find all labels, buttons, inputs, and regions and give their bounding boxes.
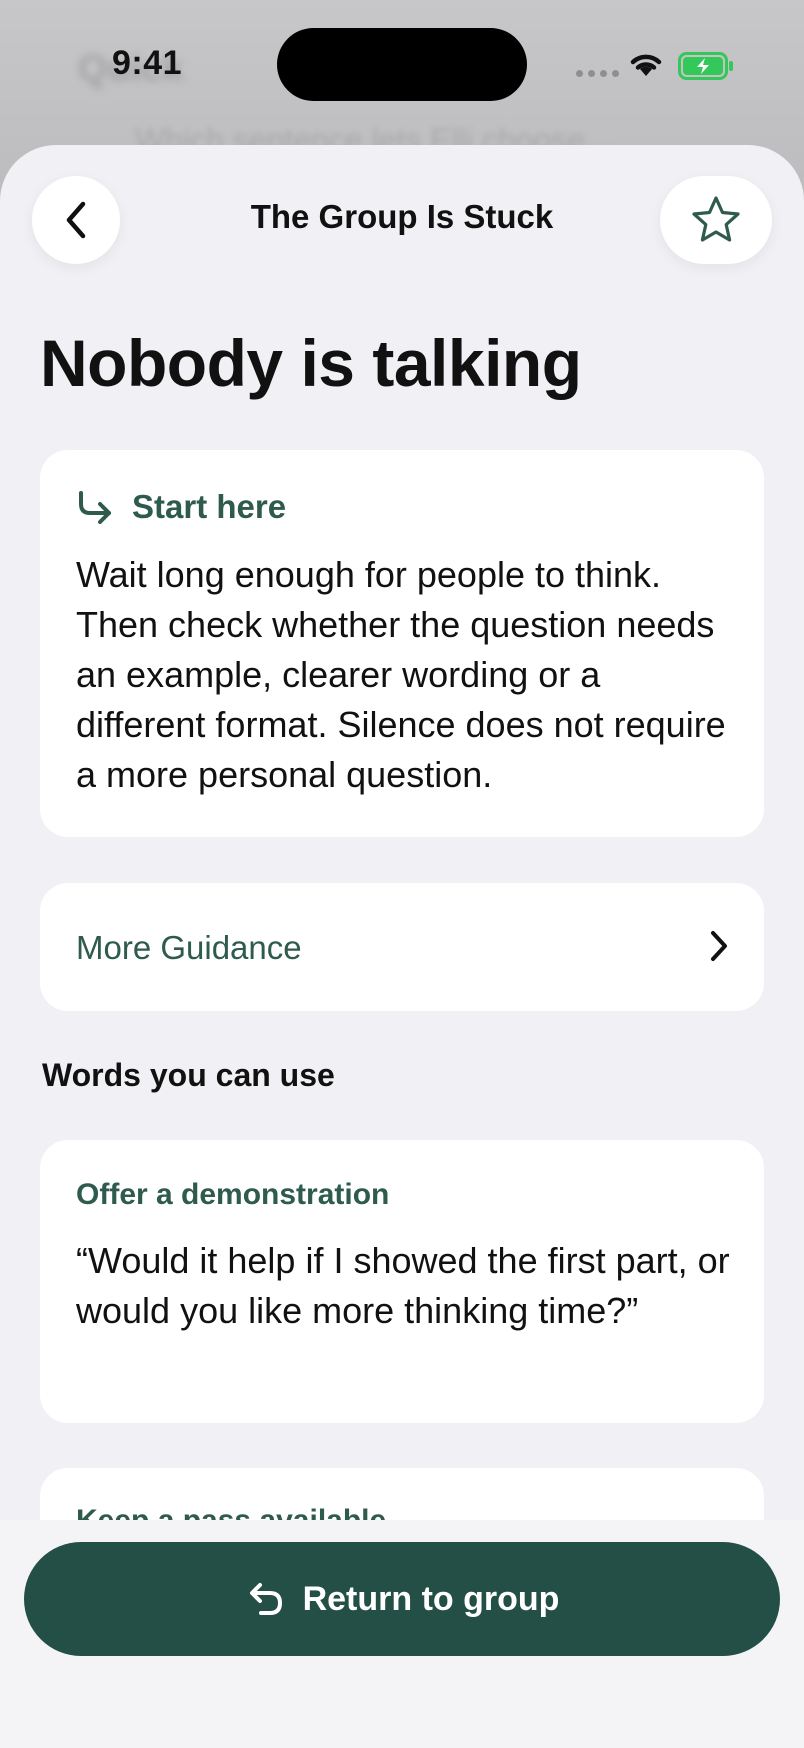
- detail-sheet: The Group Is Stuck Nobody is talking Sta…: [0, 145, 804, 1748]
- phrase-text: “Would it help if I showed the first par…: [76, 1240, 730, 1331]
- more-guidance-label: More Guidance: [76, 929, 302, 966]
- return-arrow-icon: [249, 1583, 282, 1615]
- wifi-icon: [630, 54, 662, 76]
- start-here-card: Start here Wait long enough for people t…: [40, 450, 764, 837]
- return-to-group-button[interactable]: Return to group: [24, 1542, 780, 1656]
- words-section-heading: Words you can use: [42, 1057, 335, 1093]
- start-here-text: Wait long enough for people to think. Th…: [76, 554, 726, 795]
- phrase-card: Offer a demonstration “Would it help if …: [40, 1140, 764, 1423]
- page-title: Nobody is talking: [40, 326, 582, 400]
- more-guidance-row[interactable]: More Guidance: [40, 883, 764, 1011]
- favorite-button[interactable]: [660, 176, 772, 264]
- start-here-header: Start here: [76, 488, 286, 526]
- turn-right-arrow-icon: [79, 491, 111, 524]
- status-bar: 9:41: [0, 0, 804, 130]
- start-here-label: Start here: [132, 488, 287, 525]
- phrase-label: Offer a demonstration: [76, 1178, 390, 1211]
- chevron-right-icon: [711, 931, 727, 961]
- return-label: Return to group: [302, 1579, 560, 1618]
- status-time: 9:41: [112, 44, 183, 82]
- battery-charging-icon: [678, 52, 733, 80]
- star-outline-icon: [692, 196, 740, 242]
- dynamic-island: [277, 28, 527, 101]
- cellular-signal-icon: [576, 70, 619, 77]
